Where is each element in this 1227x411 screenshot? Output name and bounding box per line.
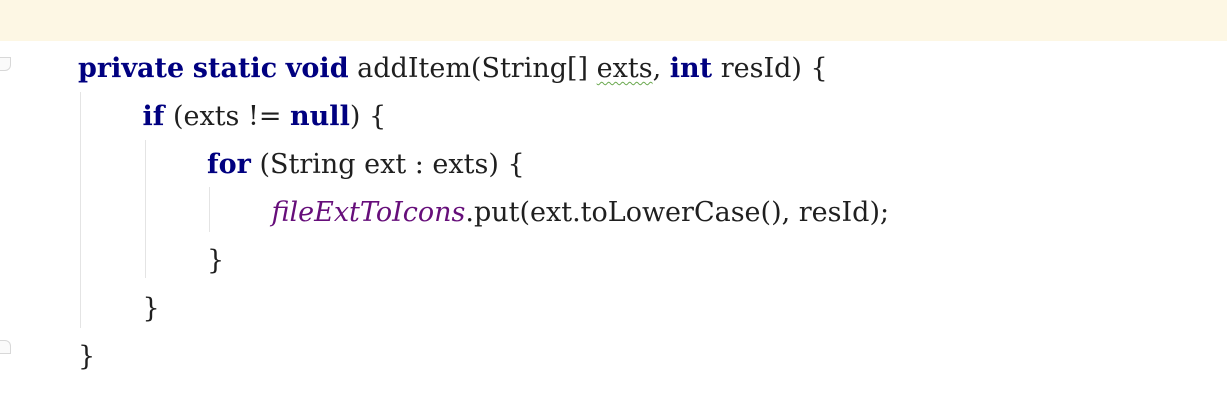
code-line[interactable]: fileExtToIcons.put(ext.toLowerCase(), re… [272, 196, 890, 230]
current-line-highlight [0, 0, 1227, 41]
code-text-token: } [142, 293, 160, 324]
indent-guide [80, 92, 81, 328]
static-field-token: fileExtToIcons [271, 197, 466, 228]
code-text-token: , [652, 53, 670, 84]
code-line[interactable]: for (String ext : exts) { [207, 148, 525, 182]
code-text-token: resId) { [712, 53, 828, 84]
indent-guide [145, 140, 146, 278]
code-line[interactable]: } [143, 292, 160, 326]
indent-guide [209, 187, 210, 232]
code-text-token: .put(ext.toLowerCase(), resId); [465, 197, 890, 228]
warning-parameter-token: exts [596, 53, 653, 84]
keyword-token: static [192, 53, 278, 84]
keyword-token: private [78, 53, 185, 84]
code-text-token: (exts != [164, 101, 291, 132]
keyword-token: int [669, 53, 713, 84]
fold-collapse-icon[interactable] [0, 57, 11, 71]
code-text-token: } [207, 245, 225, 276]
keyword-token: if [142, 101, 165, 132]
code-line[interactable]: private static void addItem(String[] ext… [78, 52, 828, 86]
code-line[interactable]: } [78, 340, 95, 374]
fold-end-icon[interactable] [0, 340, 11, 354]
keyword-token: void [285, 53, 349, 84]
code-text-token: ) { [349, 101, 387, 132]
code-line[interactable]: if (exts != null) { [143, 100, 387, 134]
code-text-token: (String ext : exts) { [250, 149, 525, 180]
code-text-token: } [78, 341, 96, 372]
code-line[interactable]: } [207, 244, 224, 278]
code-text-token: addItem(String[] [348, 53, 597, 84]
keyword-token: for [207, 149, 251, 180]
keyword-token: null [290, 101, 350, 132]
